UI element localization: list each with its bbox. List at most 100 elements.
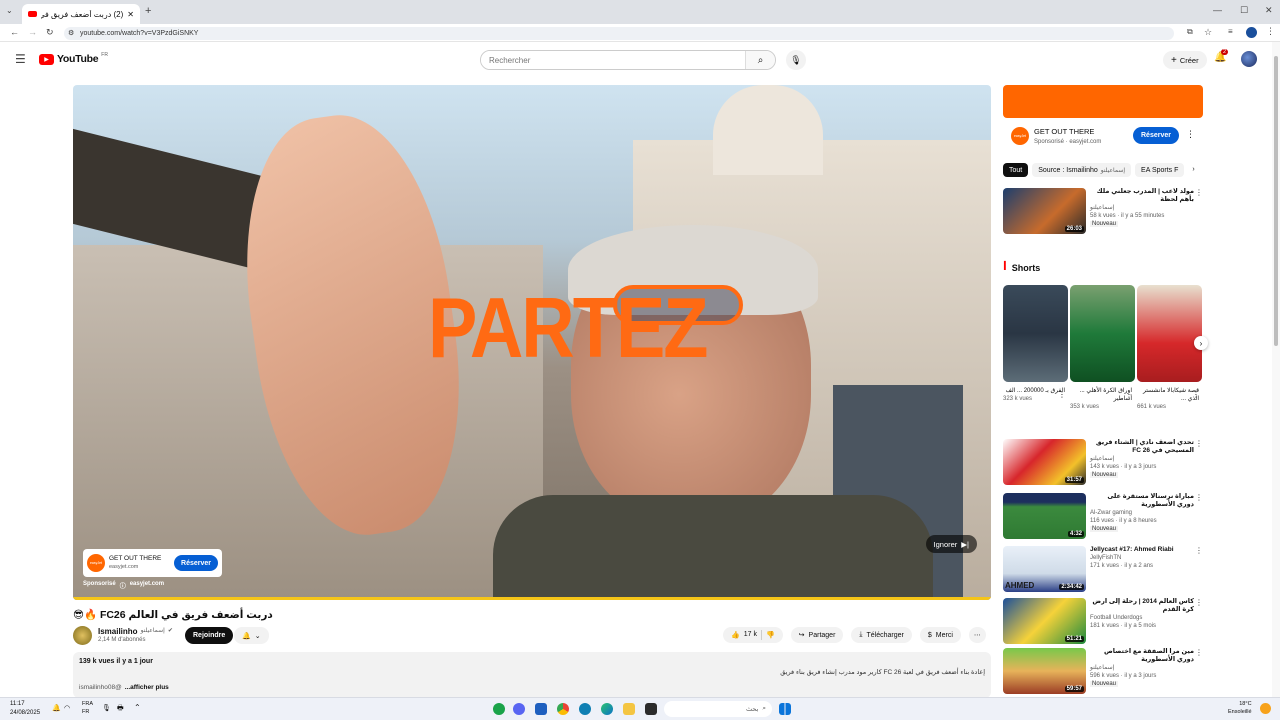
hamburger-menu-icon[interactable]: ☰ (15, 52, 26, 66)
chip-all[interactable]: Tout (1003, 163, 1029, 177)
video-thumbnail[interactable]: AHMED 2:34:42 (1003, 546, 1086, 592)
shorts-next-button[interactable]: › (1194, 336, 1208, 350)
skip-ad-button[interactable]: Ignorer ▶| (925, 535, 977, 553)
video-title: تحدي أضعف نادي | الشتاء فريق المسيحي في … (1095, 439, 1194, 454)
scrollbar-thumb[interactable] (1274, 56, 1278, 346)
thanks-button[interactable]: $ Merci (919, 627, 961, 643)
share-button[interactable]: ↪ Partager (790, 627, 844, 643)
language-indicator[interactable]: FRA FR (82, 700, 93, 716)
taskbar-app-icon[interactable] (493, 703, 505, 715)
edge-browser-icon[interactable] (601, 703, 613, 715)
clock[interactable]: 11:17 24/08/2025 (10, 700, 40, 718)
video-thumbnail[interactable]: 31:57 (1003, 439, 1086, 485)
short-more-icon[interactable]: ⋮ (1192, 390, 1200, 399)
download-button[interactable]: ⤓ Télécharger (851, 627, 912, 643)
taskbar-app-icon[interactable] (513, 703, 525, 715)
tab-list-icon[interactable]: ⌄ (6, 6, 13, 15)
taskbar-app-icon[interactable] (535, 703, 547, 715)
short-thumbnail[interactable] (1137, 285, 1202, 382)
wifi-icon[interactable]: ◠ (64, 704, 70, 712)
search-input[interactable] (481, 51, 745, 69)
video-thumbnail[interactable]: 51:21 (1003, 598, 1086, 644)
more-options-icon[interactable]: ⋮ (1195, 493, 1203, 502)
bookmark-star-icon[interactable]: ☆ (1204, 27, 1212, 38)
youtube-logo[interactable]: ▶ YouTube FR (39, 52, 108, 65)
sidebar-ad-more-icon[interactable]: ⋮ (1186, 129, 1195, 140)
extensions-icon[interactable]: ≡ (1228, 27, 1233, 36)
notification-tray-icon[interactable]: 🔔 (52, 704, 61, 712)
back-icon[interactable]: ← (10, 27, 19, 37)
page-scrollbar[interactable] (1272, 42, 1280, 697)
sponsored-domain[interactable]: easyjet.com (130, 581, 164, 590)
video-thumbnail[interactable]: 4:32 (1003, 493, 1086, 539)
recommended-video[interactable]: 26:03 مولد لاعب | المدرب جعلني ملك بأهم … (1003, 188, 1203, 236)
install-icon[interactable]: ⧉ (1187, 27, 1193, 37)
chrome-icon[interactable] (557, 703, 569, 715)
video-thumbnail[interactable]: 59:57 (1003, 648, 1086, 694)
browser-tab[interactable]: (2) دربت أضعف فريق في ال... ✕ (22, 4, 140, 24)
microphone-tray-icon[interactable]: 🎙 (102, 704, 111, 712)
join-button[interactable]: Rejoindre (185, 627, 234, 644)
description-box[interactable]: 139 k vues il y a 1 jour إعادة بناء أضعف… (73, 652, 991, 698)
search-button[interactable]: ⌕ (745, 51, 775, 69)
notifications-button[interactable]: 🔔 2 (1214, 49, 1229, 63)
short-thumbnail[interactable] (1070, 285, 1135, 382)
printer-tray-icon[interactable]: 🖶 (117, 704, 124, 715)
browser-menu-icon[interactable]: ⋮ (1266, 26, 1275, 37)
like-button[interactable]: 👍 17 k (731, 631, 757, 639)
new-tab-icon[interactable]: + (145, 5, 151, 17)
info-icon[interactable]: ⓘ (120, 581, 126, 590)
file-explorer-icon[interactable] (623, 703, 635, 715)
windows-start-icon[interactable] (779, 703, 791, 715)
recommended-video[interactable]: 4:32 مباراة نرسنالا مستقرة على دوري الأس… (1003, 493, 1203, 541)
recommended-video[interactable]: AHMED 2:34:42 Jellycast #17: Ahmed Riabi… (1003, 546, 1203, 594)
maximize-icon[interactable]: ☐ (1240, 5, 1248, 16)
more-options-icon[interactable]: ⋮ (1195, 188, 1203, 197)
edge-icon[interactable] (579, 703, 591, 715)
notification-bell-button[interactable]: 🔔 ⌄ (234, 627, 269, 644)
recommended-video[interactable]: 51:21 كأس العالم 2014 | رحلة إلى أرض كرة… (1003, 598, 1203, 646)
recommended-video[interactable]: 31:57 تحدي أضعف نادي | الشتاء فريق المسي… (1003, 439, 1203, 487)
tray-overflow-icon[interactable]: ⌃ (134, 703, 141, 712)
sidebar-ad-reserve-button[interactable]: Réserver (1133, 127, 1179, 144)
more-options-icon[interactable]: ⋮ (1195, 648, 1203, 657)
taskbar-app-icon[interactable] (645, 703, 657, 715)
account-avatar[interactable] (1241, 51, 1257, 67)
short-more-icon[interactable]: ⋮ (1125, 390, 1133, 399)
recommended-video[interactable]: 59:57 مين مرا الصفقة مع اختصاص دوري الأس… (1003, 648, 1203, 696)
dislike-button[interactable]: 👎 (766, 631, 775, 639)
channel-avatar[interactable] (73, 626, 92, 645)
short-thumbnail[interactable] (1003, 285, 1068, 382)
sidebar-ad[interactable]: easyJet GET OUT THERE Sponsorisé · easyj… (1003, 124, 1203, 148)
more-options-icon[interactable]: ⋮ (1195, 546, 1203, 555)
more-actions-button[interactable]: ⋯ (968, 627, 986, 643)
sidebar-ad-banner[interactable] (1003, 85, 1203, 118)
forward-icon[interactable]: → (28, 27, 37, 37)
more-options-icon[interactable]: ⋮ (1195, 439, 1203, 448)
show-more-link[interactable]: ...afficher plus (125, 684, 169, 691)
weather-widget[interactable]: 18°C Ensoleillé (1228, 700, 1252, 716)
short-more-icon[interactable]: ⋮ (1058, 390, 1066, 399)
profile-avatar[interactable] (1246, 27, 1257, 38)
short-meta: قصة شيكابالا مانشستر الذي ... 661 k vues (1137, 387, 1199, 411)
chip-ea-sports[interactable]: EA Sports F (1135, 163, 1185, 177)
minimize-icon[interactable]: — (1213, 5, 1222, 15)
player-ad-reserve-button[interactable]: Réserver (174, 555, 218, 571)
site-info-icon[interactable]: ⚙ (68, 27, 74, 40)
video-title: كأس العالم 2014 | رحلة إلى أرض كرة القدم (1092, 598, 1194, 613)
tab-close-icon[interactable]: ✕ (127, 10, 134, 19)
more-options-icon[interactable]: ⋮ (1195, 598, 1203, 607)
video-player[interactable]: PARTEZ easyJet GET OUT THERE easyjet.com… (73, 85, 991, 600)
player-ad-card[interactable]: easyJet GET OUT THERE easyjet.com Réserv… (83, 549, 222, 577)
address-bar[interactable]: ⚙ youtube.com/watch?v=V3PzdGiSNKY (64, 27, 1174, 40)
voice-search-button[interactable]: 🎙 (786, 50, 806, 70)
ad-progress-bar[interactable] (73, 597, 991, 600)
reload-icon[interactable]: ↻ (46, 27, 54, 38)
video-thumbnail[interactable]: 26:03 (1003, 188, 1086, 234)
create-button[interactable]: + Créer (1163, 51, 1207, 69)
chip-source[interactable]: Source : Ismailinho إسماعيلنو (1032, 163, 1132, 177)
window-close-icon[interactable]: ✕ (1265, 5, 1273, 16)
chips-next-icon[interactable]: › (1192, 163, 1194, 177)
channel-name[interactable]: Ismailinho (98, 627, 138, 636)
taskbar-search[interactable]: بحث ⌕ (664, 701, 772, 717)
